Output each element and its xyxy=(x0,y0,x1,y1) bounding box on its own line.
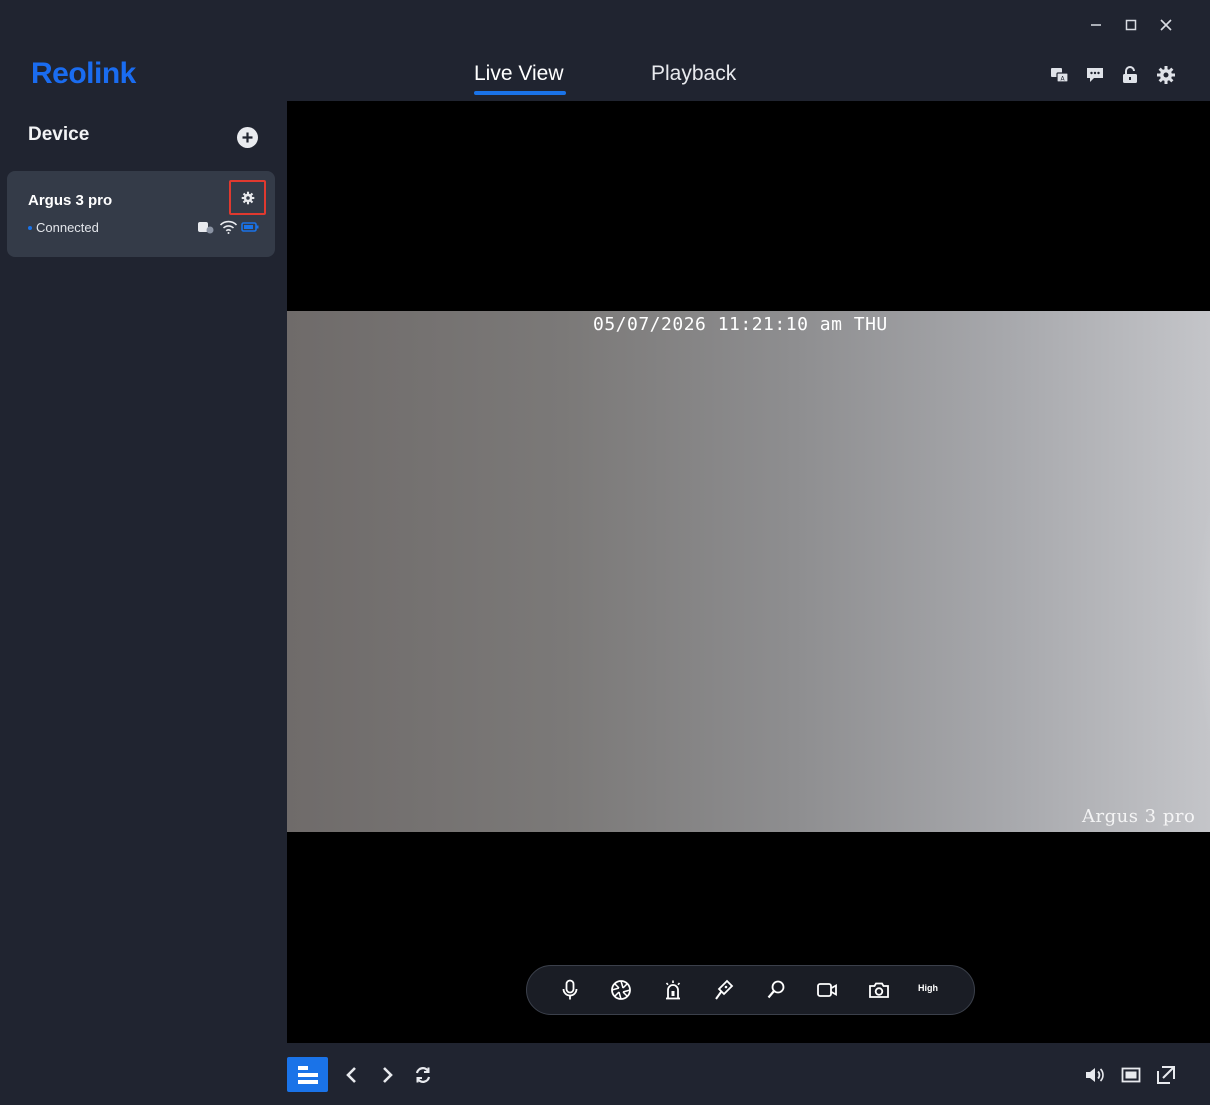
gear-icon xyxy=(241,191,254,204)
gear-icon[interactable] xyxy=(1155,64,1177,86)
feedback-icon[interactable] xyxy=(1084,64,1106,86)
quality-toggle[interactable]: High xyxy=(918,983,938,993)
battery-icon xyxy=(241,219,259,235)
translate-icon[interactable]: A xyxy=(1049,64,1071,86)
layout-list-icon xyxy=(297,1065,318,1084)
live-video-feed[interactable] xyxy=(287,311,1210,832)
siren-icon[interactable] xyxy=(660,977,686,1003)
unlock-icon[interactable] xyxy=(1119,64,1141,86)
microphone-icon[interactable] xyxy=(557,977,583,1003)
active-tab-indicator xyxy=(474,91,566,95)
maximize-icon[interactable] xyxy=(1118,12,1144,38)
fullscreen-icon[interactable] xyxy=(1155,1064,1177,1086)
wifi-icon xyxy=(219,219,238,235)
osd-camera-name: Argus 3 pro xyxy=(1082,806,1196,827)
aspect-ratio-icon[interactable] xyxy=(1120,1064,1142,1086)
device-settings-button[interactable] xyxy=(229,180,266,215)
plus-circle-icon xyxy=(242,132,253,143)
zoom-icon[interactable] xyxy=(763,977,789,1003)
close-icon[interactable] xyxy=(1153,12,1179,38)
aperture-icon[interactable] xyxy=(608,977,634,1003)
refresh-icon[interactable] xyxy=(412,1064,434,1086)
spotlight-icon[interactable] xyxy=(711,977,737,1003)
solar-panel-icon xyxy=(197,219,215,235)
volume-icon[interactable] xyxy=(1084,1064,1106,1086)
title-bar xyxy=(0,0,1210,101)
osd-timestamp: 05/07/2026 11:21:10 am THU xyxy=(593,314,888,335)
record-icon[interactable] xyxy=(814,977,840,1003)
tab-live-view[interactable]: Live View xyxy=(474,59,564,89)
sidebar-title: Device xyxy=(28,124,90,145)
status-indicator xyxy=(28,226,32,230)
layout-list-button[interactable] xyxy=(287,1057,328,1092)
next-icon[interactable] xyxy=(376,1064,398,1086)
previous-icon[interactable] xyxy=(341,1064,363,1086)
live-controls-toolbar xyxy=(526,965,975,1015)
add-device-button[interactable] xyxy=(237,127,258,148)
device-name: Argus 3 pro xyxy=(28,192,113,209)
snapshot-icon[interactable] xyxy=(866,977,892,1003)
reolink-logo: Reolink xyxy=(31,57,136,90)
device-status: Connected xyxy=(36,220,99,235)
tab-playback[interactable]: Playback xyxy=(651,59,736,89)
minimize-icon[interactable] xyxy=(1083,12,1109,38)
